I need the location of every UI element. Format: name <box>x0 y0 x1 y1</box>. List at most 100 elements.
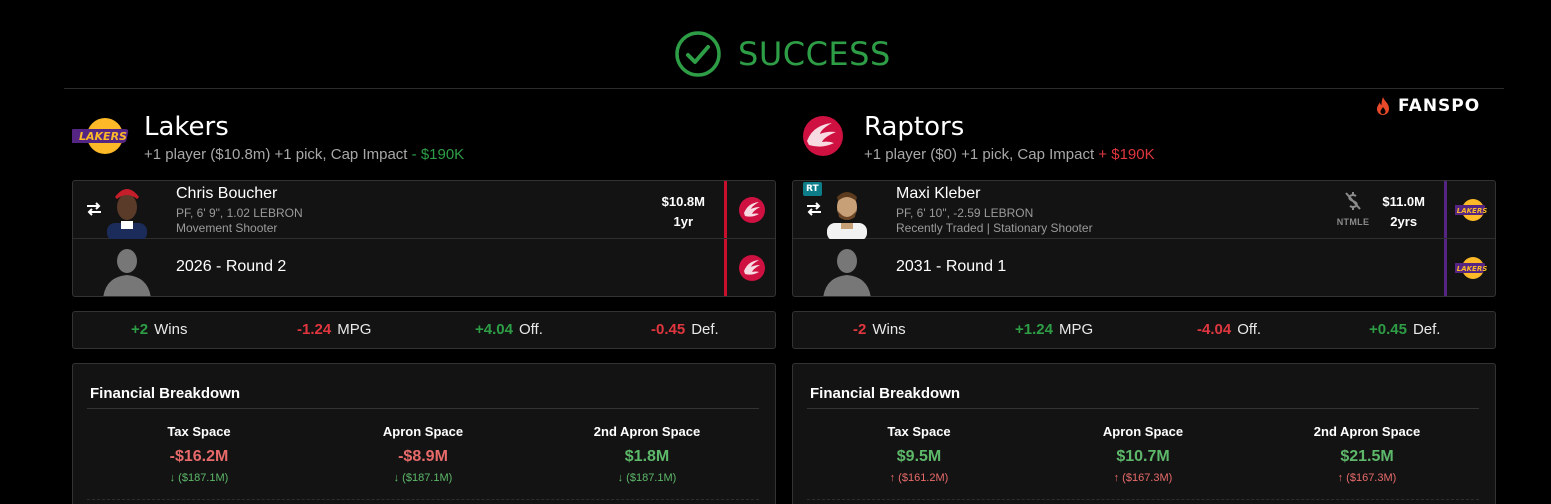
stat-mpg: -1.24 MPG <box>297 321 371 338</box>
player-row[interactable]: Chris Boucher PF, 6' 9", 1.02 LEBRON Mov… <box>73 181 775 239</box>
header-divider <box>64 88 1504 89</box>
stat-label: Off. <box>518 321 543 338</box>
fin-value: -$8.9M <box>398 448 448 465</box>
financial-dashed-divider <box>87 499 759 500</box>
fin-sub-value: ($167.3M) <box>1122 472 1173 484</box>
raptors-logo <box>803 116 843 156</box>
financial-breakdown: Financial Breakdown Tax Space $9.5M ↑ ($1… <box>792 363 1496 504</box>
fin-value: $10.7M <box>1116 448 1170 465</box>
arrow-down-icon: ↓ <box>169 472 176 484</box>
origin-team-bar <box>724 181 727 238</box>
fin-sub-value: ($187.1M) <box>402 472 453 484</box>
second-apron-space: 2nd Apron Space $21.5M ↑ ($167.3M) <box>1255 424 1479 484</box>
fin-sub: ↓ ($187.1M) <box>311 472 535 484</box>
salary-amount: $10.8M <box>661 194 705 209</box>
check-circle-icon <box>675 31 721 77</box>
stat-def: +0.45 Def. <box>1369 321 1440 338</box>
contract-info: $10.8M 1yr <box>662 192 705 232</box>
team-summary: +1 player ($0) +1 pick, Cap Impact + $19… <box>864 146 1155 163</box>
svg-text:LAKERS: LAKERS <box>1457 265 1488 273</box>
pick-placeholder-avatar <box>99 241 155 296</box>
contract-years: 1yr <box>673 214 694 229</box>
raptors-logo <box>739 255 765 281</box>
stat-label: Wins <box>154 321 188 338</box>
stat-label: MPG <box>337 321 372 338</box>
player-position-rating: PF, 6' 9", 1.02 LEBRON <box>176 206 303 220</box>
fin-sub-value: ($187.1M) <box>626 472 677 484</box>
stat-label: MPG <box>1058 321 1094 338</box>
fin-sub: ↑ ($167.3M) <box>1255 472 1479 484</box>
player-meta: PF, 6' 10", -2.59 LEBRON Recently Traded… <box>896 206 1093 236</box>
stat-value: -2 <box>853 321 867 338</box>
player-archetype: Movement Shooter <box>176 221 278 235</box>
stat-wins: +2 Wins <box>131 321 187 338</box>
lakers-logo: LAKERS <box>72 118 129 154</box>
stat-value: +1.24 <box>1015 321 1053 338</box>
player-row[interactable]: RT Maxi Kleber PF, 6' 10", -2.59 LEBRON … <box>793 181 1495 239</box>
summary-text: +1 player ($0) +1 pick, Cap Impact <box>864 146 1095 163</box>
fin-head: 2nd Apron Space <box>593 424 701 439</box>
player-headshot <box>819 183 875 239</box>
player-name[interactable]: Maxi Kleber <box>896 185 980 203</box>
stat-off: -4.04 Off. <box>1197 321 1261 338</box>
arrow-up-icon: ↑ <box>889 472 896 484</box>
origin-team-bar <box>724 239 727 296</box>
fin-value: $1.8M <box>624 448 670 465</box>
origin-team-bar <box>1444 239 1447 296</box>
summary-text: +1 player ($10.8m) +1 pick, Cap Impact <box>144 146 408 163</box>
contract-info: $11.0M 2yrs <box>1382 192 1425 232</box>
team-name: Raptors <box>864 112 965 142</box>
cap-value: $190K <box>1111 146 1155 163</box>
stat-mpg: +1.24 MPG <box>1015 321 1093 338</box>
fin-value: $21.5M <box>1340 448 1394 465</box>
svg-text:LAKERS: LAKERS <box>79 130 127 143</box>
pick-label: 2031 - Round 1 <box>896 258 1007 275</box>
fin-sub-value: ($161.2M) <box>898 472 949 484</box>
trade-result-header: SUCCESS <box>0 0 1551 88</box>
stat-value: +0.45 <box>1369 321 1407 338</box>
player-name[interactable]: Chris Boucher <box>176 185 277 203</box>
fin-sub: ↑ ($161.2M) <box>807 472 1031 484</box>
stat-label: Def. <box>1412 321 1441 338</box>
fin-head: Apron Space <box>1102 424 1184 439</box>
fin-head: Apron Space <box>382 424 464 439</box>
financial-divider <box>807 408 1479 409</box>
stat-label: Off. <box>1237 321 1262 338</box>
raptors-logo <box>739 197 765 223</box>
pick-label: 2026 - Round 2 <box>176 258 287 275</box>
apron-space: Apron Space $10.7M ↑ ($167.3M) <box>1031 424 1255 484</box>
fin-head: Tax Space <box>887 424 951 439</box>
fin-sub-value: ($187.1M) <box>178 472 229 484</box>
financial-title: Financial Breakdown <box>90 385 241 402</box>
stat-value: -1.24 <box>297 321 332 338</box>
arrow-down-icon: ↓ <box>617 472 624 484</box>
stat-label: Def. <box>691 321 719 338</box>
pick-row[interactable]: 2031 - Round 1 LAKERS <box>793 239 1495 296</box>
stat-value: +2 <box>131 321 149 338</box>
stat-value: +4.04 <box>475 321 513 338</box>
fin-head: 2nd Apron Space <box>1313 424 1421 439</box>
fin-sub: ↑ ($167.3M) <box>1031 472 1255 484</box>
team-header: LAKERS Lakers +1 player ($10.8m) +1 pick… <box>72 110 776 166</box>
lakers-logo: LAKERS <box>1455 199 1487 221</box>
arrow-down-icon: ↓ <box>393 472 400 484</box>
cap-sign: - <box>411 146 417 163</box>
stat-off: +4.04 Off. <box>475 321 543 338</box>
team-header: Raptors +1 player ($0) +1 pick, Cap Impa… <box>792 110 1496 166</box>
success-banner: SUCCESS <box>674 30 891 78</box>
fin-sub-value: ($167.3M) <box>1346 472 1397 484</box>
team-name: Lakers <box>144 112 229 142</box>
stat-value: -0.45 <box>651 321 686 338</box>
stat-def: -0.45 Def. <box>651 321 719 338</box>
pick-row[interactable]: 2026 - Round 2 <box>73 239 775 296</box>
stat-value: -4.04 <box>1197 321 1232 338</box>
fin-sub: ↓ ($187.1M) <box>87 472 311 484</box>
impact-stats: -2 Wins +1.24 MPG -4.04 Off. +0.45 Def. <box>792 311 1496 349</box>
salary-amount: $11.0M <box>1382 194 1425 209</box>
stat-wins: -2 Wins <box>853 321 906 338</box>
lakers-logo: LAKERS <box>1455 257 1488 279</box>
tax-space: Tax Space $9.5M ↑ ($161.2M) <box>807 424 1031 484</box>
fin-head: Tax Space <box>167 424 231 439</box>
tax-space: Tax Space -$16.2M ↓ ($187.1M) <box>87 424 311 484</box>
incoming-assets: Chris Boucher PF, 6' 9", 1.02 LEBRON Mov… <box>72 180 776 297</box>
